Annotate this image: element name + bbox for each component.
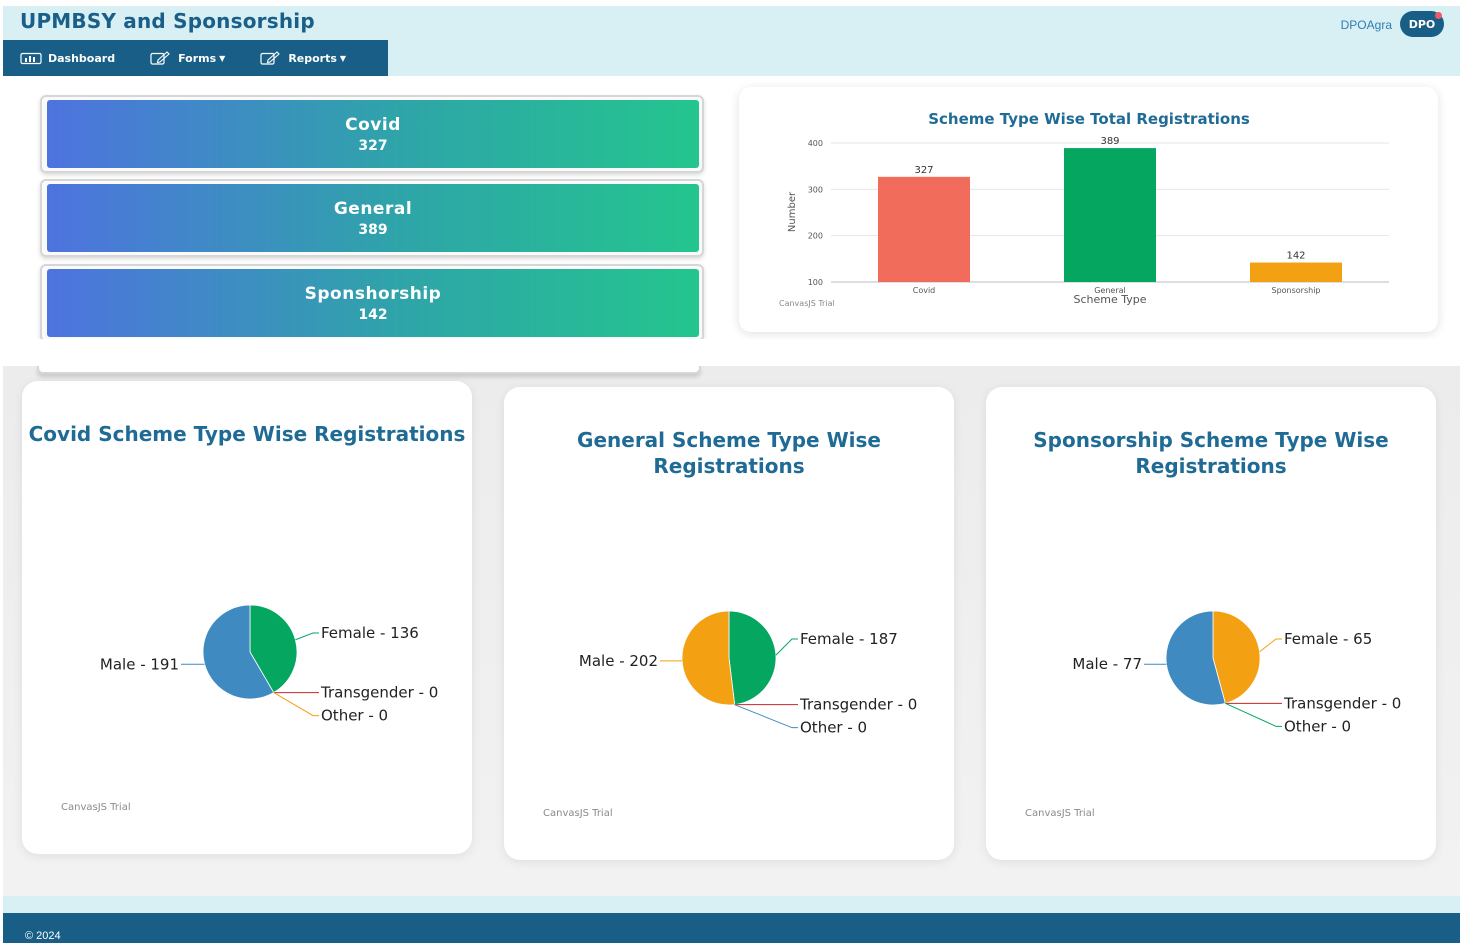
leader-line xyxy=(295,632,319,641)
stat-label: General xyxy=(333,198,413,219)
nav-reports-label: Reports xyxy=(288,51,337,65)
stat-card-body: Sponshorship 142 xyxy=(47,269,699,337)
nav-forms[interactable]: Forms ▼ xyxy=(150,51,225,65)
stat-label: Sponshorship xyxy=(304,283,442,304)
slice-label: Male - 191 xyxy=(100,655,179,673)
dashboard-icon xyxy=(20,52,42,64)
bar[interactable] xyxy=(1064,148,1156,282)
stat-card-sponsorship[interactable]: Sponshorship 142 xyxy=(40,264,704,342)
x-tick-label: General xyxy=(1094,286,1126,295)
slice-label: Female - 65 xyxy=(1284,630,1372,648)
nav-dashboard[interactable]: Dashboard xyxy=(20,52,115,65)
stat-label: Covid xyxy=(345,114,401,135)
slice-label: Male - 77 xyxy=(1072,655,1142,673)
slice-label: Other - 0 xyxy=(800,719,867,737)
data-label: 389 xyxy=(1100,136,1119,147)
y-axis-label: Number xyxy=(787,191,798,232)
stat-value: 142 xyxy=(358,306,388,323)
footer-band xyxy=(3,896,1460,913)
leader-line xyxy=(775,638,798,656)
y-tick-label: 100 xyxy=(808,278,823,287)
pie-card-general: General Scheme Type Wise Registrations F… xyxy=(504,387,954,860)
nav-forms-label: Forms xyxy=(178,51,217,65)
data-label: 327 xyxy=(914,165,933,176)
pie-card-covid: Covid Scheme Type Wise Registrations Fem… xyxy=(22,381,472,854)
slice-label: Female - 136 xyxy=(321,624,419,642)
avatar-text: DPO xyxy=(1408,17,1436,31)
y-tick-label: 200 xyxy=(808,232,823,241)
leader-line xyxy=(1259,638,1282,653)
chart-credit: CanvasJS Trial xyxy=(543,808,613,819)
pie-slice[interactable] xyxy=(728,610,777,706)
slice-label: Other - 0 xyxy=(1284,717,1351,735)
x-tick-label: Covid xyxy=(913,286,936,295)
y-tick-label: 400 xyxy=(808,139,823,148)
data-label: 142 xyxy=(1286,251,1305,262)
bar[interactable] xyxy=(878,176,970,282)
y-tick-label: 300 xyxy=(808,185,823,194)
bar-chart: Scheme Type Wise Total Registrations Num… xyxy=(779,110,1389,308)
pie-chart: Female - 65 Transgender - 0 Other - 0 Male … xyxy=(1072,610,1401,735)
nav-dashboard-label: Dashboard xyxy=(48,51,116,65)
nav-reports[interactable]: Reports ▼ xyxy=(260,51,346,65)
user-menu[interactable]: DPOAgra DPO xyxy=(1341,11,1444,37)
slice-label: Male - 202 xyxy=(579,652,658,670)
main-nav: Dashboard Forms ▼ Reports ▼ xyxy=(3,40,388,76)
stat-value: 327 xyxy=(358,137,388,154)
notification-dot xyxy=(1435,12,1442,19)
stat-value: 389 xyxy=(358,221,388,238)
edit-icon xyxy=(260,51,281,65)
pie-chart: Female - 136 Transgender - 0 Other - 0 Male… xyxy=(100,604,438,725)
pie-charts-section: Covid Scheme Type Wise Registrations Fem… xyxy=(3,366,1460,896)
chart-credit: CanvasJS Trial xyxy=(779,299,835,308)
avatar[interactable]: DPO xyxy=(1400,11,1444,37)
edit-icon xyxy=(150,51,170,65)
stat-card-edge xyxy=(37,366,701,374)
footer: © 2024 xyxy=(3,913,1460,943)
pie-chart: Female - 187 Transgender - 0 Other - 0 Male… xyxy=(579,610,917,737)
chart-title: Scheme Type Wise Total Registrations xyxy=(928,110,1250,128)
slice-label: Transgender - 0 xyxy=(320,684,438,702)
copyright-text: © 2024 xyxy=(25,930,61,942)
slice-label: Other - 0 xyxy=(321,707,388,725)
chevron-down-icon: ▼ xyxy=(219,53,226,63)
x-tick-label: Sponsorship xyxy=(1271,286,1320,295)
chart-credit: CanvasJS Trial xyxy=(61,802,131,813)
slice-label: Transgender - 0 xyxy=(799,696,917,714)
leader-line xyxy=(734,704,798,729)
slice-label: Female - 187 xyxy=(800,630,898,648)
bar[interactable] xyxy=(1250,262,1342,282)
leader-line xyxy=(273,692,319,717)
header-bar: UPMBSY and Sponsorship DPOAgra DPO xyxy=(3,6,1460,40)
leader-line xyxy=(1225,702,1282,727)
stat-card-general[interactable]: General 389 xyxy=(40,179,704,257)
slice-label: Transgender - 0 xyxy=(1283,694,1401,712)
user-name[interactable]: DPOAgra xyxy=(1341,18,1392,32)
chevron-down-icon: ▼ xyxy=(339,53,347,63)
stat-card-body: General 389 xyxy=(47,184,699,252)
stat-card-covid[interactable]: Covid 327 xyxy=(40,95,704,173)
section-divider xyxy=(0,339,1471,366)
pie-slice[interactable] xyxy=(681,610,736,706)
stat-card-body: Covid 327 xyxy=(47,100,699,168)
app-title: UPMBSY and Sponsorship xyxy=(20,9,315,33)
pie-card-sponsorship: Sponsorship Scheme Type Wise Registratio… xyxy=(986,387,1436,860)
bar-chart-card: Scheme Type Wise Total Registrations Num… xyxy=(739,87,1438,332)
chart-credit: CanvasJS Trial xyxy=(1025,808,1095,819)
